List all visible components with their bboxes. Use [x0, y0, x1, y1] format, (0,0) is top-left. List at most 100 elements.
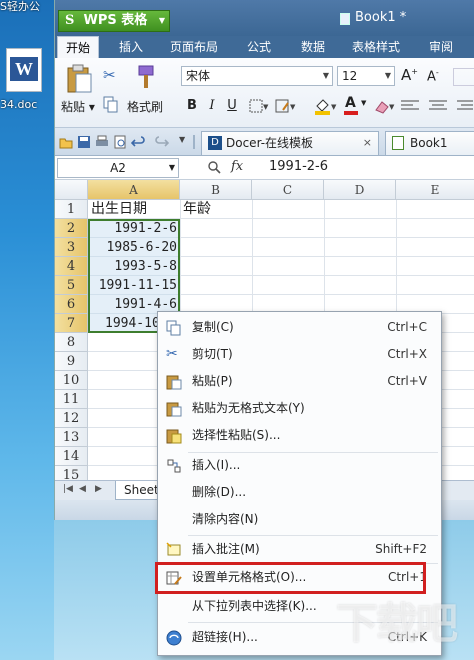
prev-sheet-icon[interactable]: ◀: [79, 484, 86, 494]
undo-icon[interactable]: [130, 135, 145, 149]
row-header-14[interactable]: 14: [55, 447, 88, 466]
select-all-corner[interactable]: [55, 180, 88, 200]
menu-item-insert[interactable]: 插入(I)...: [160, 452, 439, 478]
row-header-11[interactable]: 11: [55, 390, 88, 409]
paste-button[interactable]: 粘贴 ▾: [61, 98, 95, 115]
hyperlink-icon: [166, 629, 182, 646]
font-size-select[interactable]: 12 ▼: [337, 66, 395, 86]
menu-item-insert-comment[interactable]: 插入批注(M) Shift+F2: [160, 536, 439, 562]
grow-font-button[interactable]: A+: [401, 66, 418, 84]
close-icon[interactable]: ×: [363, 132, 372, 154]
column-header-b[interactable]: B: [180, 180, 252, 200]
formula-bar: A2 ▼ fx 1991-2-6: [55, 156, 474, 180]
window-title: Book1 *: [355, 10, 407, 25]
align-right-icon[interactable]: [455, 99, 474, 113]
menu-item-clear-contents[interactable]: 清除内容(N): [160, 506, 439, 532]
row-header-12[interactable]: 12: [55, 409, 88, 428]
redo-icon[interactable]: [155, 135, 170, 149]
column-header-a[interactable]: A: [88, 180, 180, 200]
borders-icon[interactable]: ▼: [249, 99, 269, 113]
tab-review[interactable]: 审阅: [421, 36, 461, 58]
wrap-text-icon[interactable]: [453, 68, 474, 86]
row-header-10[interactable]: 10: [55, 371, 88, 390]
menu-item-paste[interactable]: 粘贴(P) Ctrl+V: [160, 368, 439, 394]
paste-icon: [166, 373, 182, 390]
row-header-8[interactable]: 8: [55, 333, 88, 352]
row-header-2[interactable]: 2: [55, 219, 88, 238]
docer-logo-icon: D: [208, 136, 222, 150]
menu-item-paste-plain-text[interactable]: 粘贴为无格式文本(Y): [160, 395, 439, 421]
row-header-13[interactable]: 13: [55, 428, 88, 447]
tab-data[interactable]: 数据: [293, 36, 333, 58]
row-header-5[interactable]: 5: [55, 276, 88, 295]
row-header-9[interactable]: 9: [55, 352, 88, 371]
column-header-d[interactable]: D: [324, 180, 396, 200]
next-sheet-icon[interactable]: ▶: [95, 484, 102, 494]
preview-icon[interactable]: [113, 135, 127, 149]
align-left-icon[interactable]: [399, 99, 425, 113]
chevron-down-icon[interactable]: ▼: [179, 135, 193, 149]
row-header-7[interactable]: 7: [55, 314, 88, 333]
wps-app-menu-button[interactable]: S WPS 表格 ▼: [58, 10, 170, 32]
doc-tab-book1[interactable]: Book1: [385, 131, 474, 155]
fill-color-icon[interactable]: ▼: [313, 97, 339, 115]
font-color-icon[interactable]: A ▼: [343, 95, 369, 115]
copy-icon: [166, 319, 182, 336]
italic-button[interactable]: I: [203, 96, 221, 116]
tab-page-layout[interactable]: 页面布局: [163, 36, 225, 58]
bold-button[interactable]: B: [183, 96, 201, 116]
cell-a2[interactable]: 1991-2-6: [91, 219, 177, 238]
row-header-3[interactable]: 3: [55, 238, 88, 257]
paste-text-icon: [166, 400, 182, 417]
format-painter-button[interactable]: 格式刷: [127, 98, 163, 115]
tab-table-style[interactable]: 表格样式: [345, 36, 407, 58]
menu-item-copy[interactable]: 复制(C) Ctrl+C: [160, 314, 439, 340]
chevron-down-icon: ▼: [158, 16, 165, 25]
menu-item-cut[interactable]: ✂ 剪切(T) Ctrl+X: [160, 341, 439, 367]
underline-button[interactable]: U: [223, 96, 241, 116]
clear-format-icon[interactable]: ▼: [373, 98, 397, 114]
print-icon[interactable]: [95, 135, 109, 149]
spreadsheet-icon: [392, 136, 404, 150]
document-tab-strip: ▼ D Docer-在线模板 × Book1: [55, 128, 474, 156]
brush-icon[interactable]: [135, 64, 159, 90]
cell-a4[interactable]: 1993-5-8: [91, 257, 177, 276]
word-document-icon[interactable]: W: [6, 48, 42, 92]
cell-a3[interactable]: 1985-6-20: [91, 238, 177, 257]
sheet-tab[interactable]: Sheet: [115, 481, 161, 500]
highlight-box: [155, 562, 426, 594]
cell-style-icon[interactable]: ▼: [275, 99, 297, 113]
desktop-icon-label[interactable]: 34.doc: [0, 98, 52, 111]
row-header-1[interactable]: 1: [55, 200, 88, 219]
shrink-font-button[interactable]: A-: [427, 68, 439, 84]
copy-icon[interactable]: [103, 96, 119, 114]
tab-insert[interactable]: 插入: [111, 36, 151, 58]
first-sheet-icon[interactable]: |◀: [63, 484, 73, 494]
row-header-15[interactable]: 15: [55, 466, 88, 480]
row-header-6[interactable]: 6: [55, 295, 88, 314]
name-box[interactable]: A2 ▼: [57, 158, 179, 178]
cell-a1[interactable]: 出生日期: [91, 200, 191, 219]
menu-item-paste-special[interactable]: 选择性粘贴(S)...: [160, 422, 439, 448]
doc-tab-docer[interactable]: D Docer-在线模板 ×: [201, 131, 379, 155]
save-icon[interactable]: [77, 135, 91, 149]
cell-a5[interactable]: 1991-11-15: [91, 276, 177, 295]
tab-home[interactable]: 开始: [57, 36, 99, 58]
svg-text:▼: ▼: [331, 103, 337, 111]
align-center-icon[interactable]: [427, 99, 453, 113]
insert-function-button[interactable]: fx: [231, 159, 243, 174]
tab-formulas[interactable]: 公式: [239, 36, 279, 58]
formula-input[interactable]: 1991-2-6: [269, 159, 328, 174]
paste-icon[interactable]: [65, 64, 93, 94]
open-folder-icon[interactable]: [59, 135, 73, 149]
scissors-icon[interactable]: ✂: [103, 66, 121, 84]
zoom-icon[interactable]: [207, 160, 223, 179]
wps-logo-icon: S: [65, 13, 75, 28]
row-header-4[interactable]: 4: [55, 257, 88, 276]
menu-item-delete[interactable]: 删除(D)...: [160, 479, 439, 505]
cell-b1[interactable]: 年龄: [183, 200, 243, 219]
column-header-c[interactable]: C: [252, 180, 324, 200]
svg-text:▼: ▼: [389, 103, 395, 111]
column-header-e[interactable]: E: [396, 180, 474, 200]
font-name-select[interactable]: 宋体 ▼: [181, 66, 333, 86]
